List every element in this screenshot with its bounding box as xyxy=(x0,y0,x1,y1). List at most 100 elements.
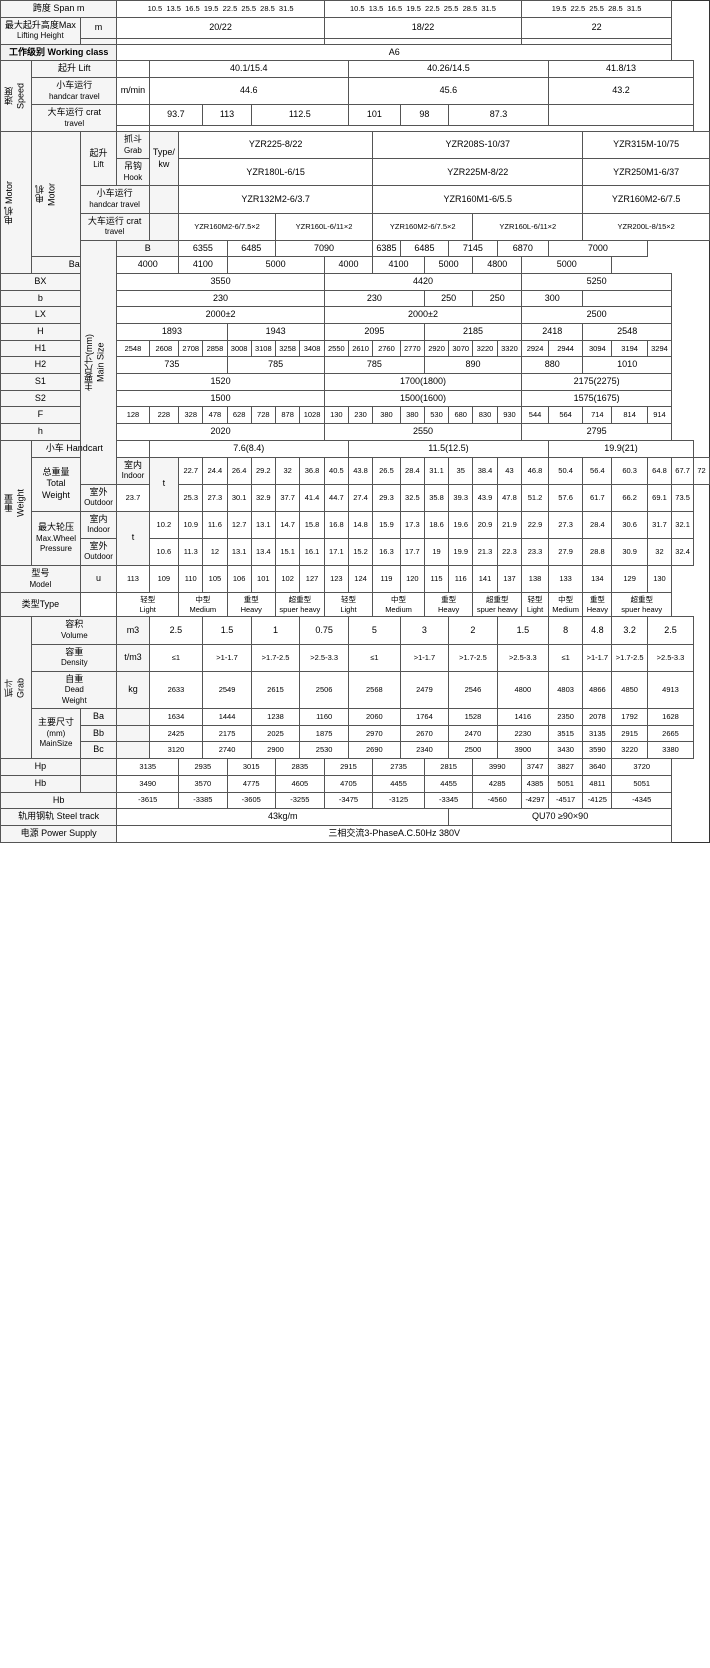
h1-v9: 2550 xyxy=(324,340,348,357)
tw-i-13: 38.4 xyxy=(473,457,497,484)
crat-val-3 xyxy=(548,105,693,126)
h-val-2a: 2095 xyxy=(324,324,424,341)
model-3: 110 xyxy=(179,565,203,592)
lx-label: LX xyxy=(1,307,81,324)
model-12: 120 xyxy=(400,565,424,592)
type-3: 重型Heavy xyxy=(227,592,275,617)
h-val-1a: 1893 xyxy=(117,324,227,341)
type-label: 类型Type xyxy=(1,592,81,617)
hp-label: Hp xyxy=(1,759,81,776)
tw-i-7: 40.5 xyxy=(324,457,348,484)
wp-o-20: 32 xyxy=(647,538,671,565)
ba-val-1a: 4000 xyxy=(117,257,179,274)
tw-i-17: 56.4 xyxy=(583,457,612,484)
tw-o-7: 41.4 xyxy=(300,484,324,511)
s2-val-3: 1575(1675) xyxy=(522,390,672,407)
bag-1: 1634 xyxy=(149,709,203,726)
hbn-4: -3255 xyxy=(275,792,324,809)
h1-label: H1 xyxy=(1,340,81,357)
tw-o-13: 39.3 xyxy=(449,484,473,511)
hp-1: 3135 xyxy=(117,759,179,776)
hbn-9: -4297 xyxy=(522,792,549,809)
wp-i-12: 18.6 xyxy=(424,511,448,538)
power-supply-label: 电源 Power Supply xyxy=(1,825,117,842)
wp-i-5: 13.1 xyxy=(251,511,275,538)
bag-7: 1528 xyxy=(449,709,498,726)
type-8: 超重型spuer heavy xyxy=(473,592,522,617)
crat-travel-label: 大车运行 crattravel xyxy=(32,105,117,132)
h2-val-3a: 880 xyxy=(522,357,583,374)
dw-1: 2633 xyxy=(149,671,203,708)
hb-4: 4605 xyxy=(275,775,324,792)
wp-i-9: 14.8 xyxy=(348,511,372,538)
volume-unit: m3 xyxy=(117,617,149,644)
density-label: 容重Density xyxy=(32,644,117,671)
bb-8: 2230 xyxy=(497,725,548,742)
bb-10: 3135 xyxy=(583,725,612,742)
h1-v4: 2858 xyxy=(203,340,227,357)
tw-o-3: 27.3 xyxy=(203,484,227,511)
f-v4: 478 xyxy=(203,407,227,424)
h-small-val-1: 2020 xyxy=(117,424,324,441)
hb-2: 3570 xyxy=(179,775,227,792)
dens-10: >1-1.7 xyxy=(583,644,612,671)
grab-motor-2: YZR208S-10/37 xyxy=(373,132,583,159)
tw-i-11: 31.1 xyxy=(424,457,448,484)
hp-6: 2735 xyxy=(373,759,425,776)
lift-speed-val-3: 41.8/13 xyxy=(548,61,693,78)
h1-v3: 2708 xyxy=(179,340,203,357)
ba-val-2c: 5000 xyxy=(424,257,472,274)
model-label: 型号Model xyxy=(1,565,81,592)
ba-grab-label: Ba xyxy=(80,709,117,726)
f-v16: 930 xyxy=(497,407,521,424)
ba-val-2b: 4100 xyxy=(373,257,425,274)
tw-o-11: 32.5 xyxy=(400,484,424,511)
f-v7: 878 xyxy=(275,407,299,424)
motor-outer-label: 电机Motor xyxy=(32,132,80,257)
model-7: 102 xyxy=(275,565,299,592)
wp-i-3: 11.6 xyxy=(203,511,227,538)
tw-o-5: 32.9 xyxy=(251,484,275,511)
model-5: 106 xyxy=(227,565,251,592)
wp-i-1: 10.2 xyxy=(149,511,179,538)
crat-val-1a: 93.7 xyxy=(149,105,203,126)
crat-val-2a: 101 xyxy=(348,105,400,126)
wp-indoor-label: 室内Indoor xyxy=(80,511,117,538)
handcar-motor-2: YZR160M1-6/5.5 xyxy=(373,186,583,213)
wp-i-17: 27.3 xyxy=(548,511,582,538)
bb-unit xyxy=(117,725,149,742)
type-10: 中型Medium xyxy=(548,592,582,617)
handcart-label: 小车运行handcar travel xyxy=(32,78,117,105)
wp-i-2: 10.9 xyxy=(179,511,203,538)
lift-speed-label: 起升 Lift xyxy=(32,61,117,78)
bag-2: 1444 xyxy=(203,709,251,726)
wp-o-15: 22.3 xyxy=(497,538,521,565)
wp-i-14: 20.9 xyxy=(473,511,497,538)
tw-o-21: 73.5 xyxy=(672,484,694,511)
type-unit xyxy=(80,592,117,617)
bx-val-1: 3550 xyxy=(117,273,324,290)
tw-i-18: 60.3 xyxy=(612,457,647,484)
dead-unit: kg xyxy=(117,671,149,708)
b-small-label: b xyxy=(1,290,81,307)
crat-motor-label: 大车运行 crattravel xyxy=(80,213,149,240)
grab-motor-3: YZR315M-10/75 xyxy=(583,132,710,159)
h1-v6: 3108 xyxy=(251,340,275,357)
h2-val-2a: 785 xyxy=(324,357,424,374)
hb-12: 5051 xyxy=(612,775,672,792)
hp-12: 3720 xyxy=(612,759,672,776)
s1-val-1: 1520 xyxy=(117,374,324,391)
wp-i-18: 28.4 xyxy=(583,511,612,538)
wp-o-16: 23.3 xyxy=(522,538,549,565)
type-9: 轻型Light xyxy=(522,592,549,617)
model-13: 115 xyxy=(424,565,448,592)
dens-5: ≤1 xyxy=(348,644,400,671)
span-values-3: 19.5 22.5 25.5 28.5 31.5 xyxy=(522,1,672,18)
type-1: 轻型Light xyxy=(117,592,179,617)
hp-7: 2815 xyxy=(424,759,472,776)
vol-1: 2.5 xyxy=(149,617,203,644)
wp-o-14: 21.3 xyxy=(473,538,497,565)
vol-7: 2 xyxy=(449,617,498,644)
f-v11: 380 xyxy=(373,407,401,424)
wp-o-7: 16.1 xyxy=(300,538,324,565)
